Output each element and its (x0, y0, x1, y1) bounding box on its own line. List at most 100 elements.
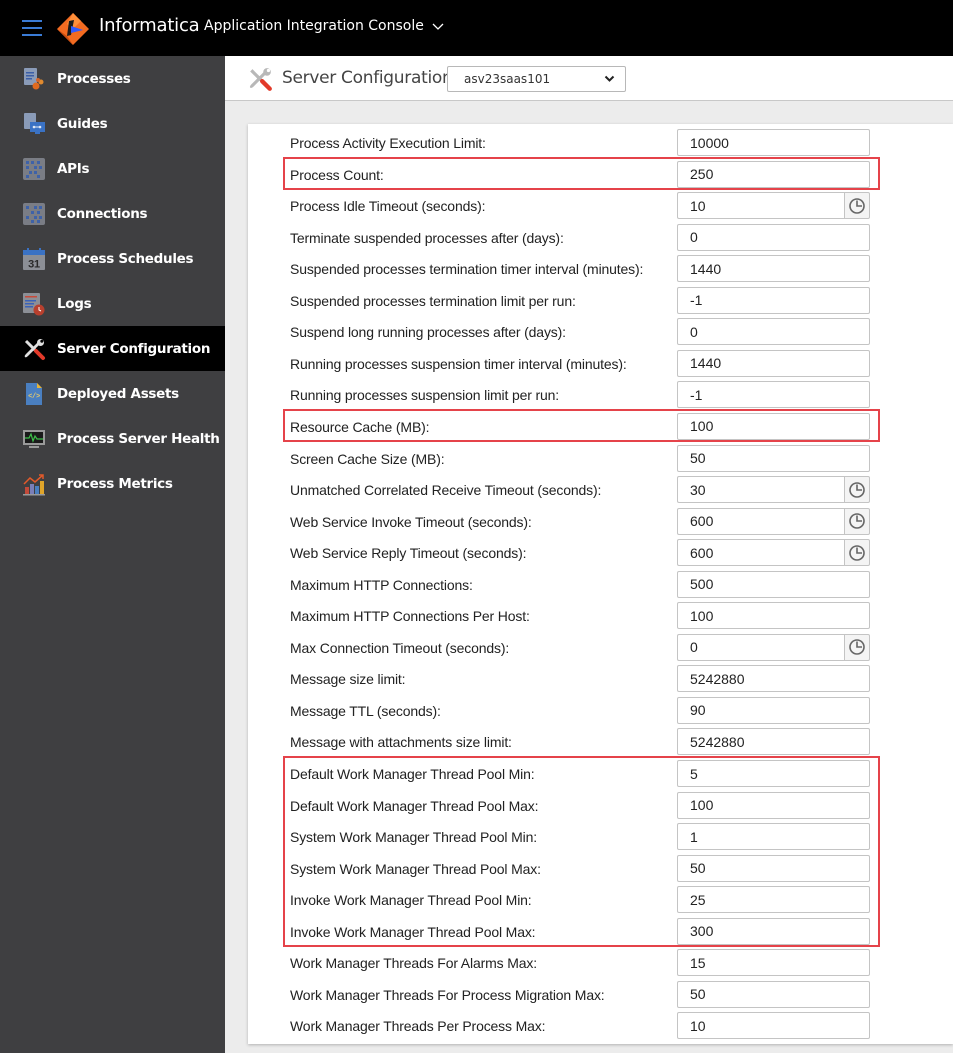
setting-input[interactable] (677, 160, 870, 188)
page-title: Server Configuration (282, 68, 453, 88)
setting-row: Running processes suspension limit per r… (248, 377, 953, 409)
setting-input[interactable] (677, 980, 870, 1008)
server-select[interactable]: asv23saas101 (447, 66, 626, 92)
setting-row: Max Connection Timeout (seconds): (248, 630, 953, 662)
setting-input[interactable] (677, 665, 870, 693)
setting-input[interactable] (677, 760, 870, 787)
setting-label: Running processes suspension timer inter… (290, 355, 627, 372)
setting-input[interactable] (677, 255, 870, 283)
setting-label: Running processes suspension limit per r… (290, 387, 560, 404)
setting-label: Suspended processes termination limit pe… (290, 292, 576, 309)
setting-input[interactable] (677, 633, 845, 661)
app-switcher[interactable]: Application Integration Console (204, 18, 444, 34)
setting-input[interactable] (677, 476, 845, 504)
setting-row: Work Manager Threads For Process Migrati… (248, 977, 953, 1009)
sidebar-item-process-metrics[interactable]: Process Metrics (0, 461, 225, 506)
setting-label: Web Service Reply Timeout (seconds): (290, 545, 527, 562)
clock-icon[interactable] (844, 633, 870, 661)
setting-label: Max Connection Timeout (seconds): (290, 639, 510, 656)
wrench-screwdriver-icon (249, 68, 272, 91)
setting-input[interactable] (677, 223, 870, 251)
sidebar-item-apis[interactable]: APIs (0, 146, 225, 191)
sidebar-item-label: APIs (57, 160, 90, 177)
setting-label: Screen Cache Size (MB): (290, 450, 445, 467)
sidebar-item-connections[interactable]: Connections (0, 191, 225, 236)
setting-input[interactable] (677, 854, 870, 882)
setting-label: Work Manager Threads For Process Migrati… (290, 986, 605, 1003)
setting-label: Work Manager Threads For Alarms Max: (290, 955, 537, 972)
setting-input[interactable] (677, 286, 870, 314)
setting-label: Process Count: (290, 166, 384, 183)
bar-chart-icon (22, 472, 46, 496)
setting-input[interactable] (677, 570, 870, 598)
setting-input[interactable] (677, 791, 870, 819)
setting-input[interactable] (677, 823, 870, 851)
setting-row: Resource Cache (MB): (248, 409, 953, 441)
setting-label: Invoke Work Manager Thread Pool Min: (290, 892, 532, 909)
setting-input[interactable] (677, 728, 870, 756)
setting-input[interactable] (677, 949, 870, 977)
sidebar-item-process-schedules[interactable]: 31 Process Schedules (0, 236, 225, 281)
setting-label: Process Idle Timeout (seconds): (290, 198, 486, 215)
sidebar-item-deployed-assets[interactable]: </> Deployed Assets (0, 371, 225, 416)
hamburger-menu-icon[interactable] (22, 20, 42, 36)
setting-label: Web Service Invoke Timeout (seconds): (290, 513, 532, 530)
sidebar-item-label: Guides (57, 115, 108, 132)
setting-label: Default Work Manager Thread Pool Min: (290, 766, 535, 782)
sidebar-item-label: Process Schedules (57, 250, 194, 267)
connections-icon (22, 202, 46, 226)
sidebar-item-process-server-health[interactable]: Process Server Health (0, 416, 225, 461)
server-select-value: asv23saas101 (464, 72, 551, 86)
setting-row: Work Manager Threads For Alarms Max: (248, 945, 953, 977)
sidebar-item-guides[interactable]: Guides (0, 101, 225, 146)
setting-label: Unmatched Correlated Receive Timeout (se… (290, 482, 602, 499)
sidebar-item-label: Connections (57, 205, 148, 222)
informatica-logo-icon (57, 13, 89, 45)
sidebar-item-label: Deployed Assets (57, 385, 179, 402)
setting-input[interactable] (677, 696, 870, 724)
setting-input[interactable] (677, 381, 870, 409)
sidebar-item-label: Process Server Health (57, 430, 220, 447)
setting-label: Maximum HTTP Connections Per Host: (290, 608, 530, 625)
setting-row: Process Count: (248, 157, 953, 189)
setting-row: Screen Cache Size (MB): (248, 441, 953, 473)
setting-input[interactable] (677, 444, 870, 472)
setting-input[interactable] (677, 1012, 870, 1040)
setting-input[interactable] (677, 539, 845, 567)
setting-row: Web Service Reply Timeout (seconds): (248, 535, 953, 567)
setting-row: Maximum HTTP Connections Per Host: (248, 598, 953, 630)
clock-icon[interactable] (844, 476, 870, 504)
sidebar-item-logs[interactable]: Logs (0, 281, 225, 326)
setting-input[interactable] (677, 886, 870, 914)
processes-icon (22, 67, 46, 91)
clock-icon[interactable] (844, 539, 870, 567)
calendar-icon: 31 (22, 247, 46, 271)
setting-row: Default Work Manager Thread Pool Min: (248, 756, 953, 788)
clock-icon[interactable] (844, 507, 870, 535)
sidebar-item-server-configuration[interactable]: Server Configuration (0, 326, 225, 371)
clock-icon[interactable] (844, 192, 870, 220)
settings-panel: Process Activity Execution Limit: Process… (248, 124, 953, 1044)
setting-input[interactable] (677, 917, 870, 945)
setting-label: Work Manager Threads Per Process Max: (290, 1018, 546, 1035)
setting-label: Message size limit: (290, 671, 406, 688)
setting-input[interactable] (677, 412, 870, 440)
top-bar: Informatica Application Integration Cons… (0, 0, 953, 56)
setting-label: Invoke Work Manager Thread Pool Max: (290, 923, 536, 940)
setting-row: Process Activity Execution Limit: (248, 125, 953, 157)
setting-row: Process Idle Timeout (seconds): (248, 188, 953, 220)
setting-input[interactable] (677, 349, 870, 377)
setting-input[interactable] (677, 602, 870, 630)
sidebar-item-processes[interactable]: Processes (0, 56, 225, 101)
setting-input[interactable] (677, 129, 870, 156)
setting-label: Process Activity Execution Limit: (290, 135, 486, 151)
setting-input[interactable] (677, 507, 845, 535)
setting-input[interactable] (677, 192, 845, 220)
setting-row: Message size limit: (248, 661, 953, 693)
setting-input[interactable] (677, 318, 870, 346)
chevron-down-icon (604, 75, 615, 82)
chevron-down-icon (432, 23, 444, 30)
sidebar-item-label: Logs (57, 295, 92, 312)
setting-label: Terminate suspended processes after (day… (290, 229, 564, 246)
logs-icon (22, 292, 46, 316)
